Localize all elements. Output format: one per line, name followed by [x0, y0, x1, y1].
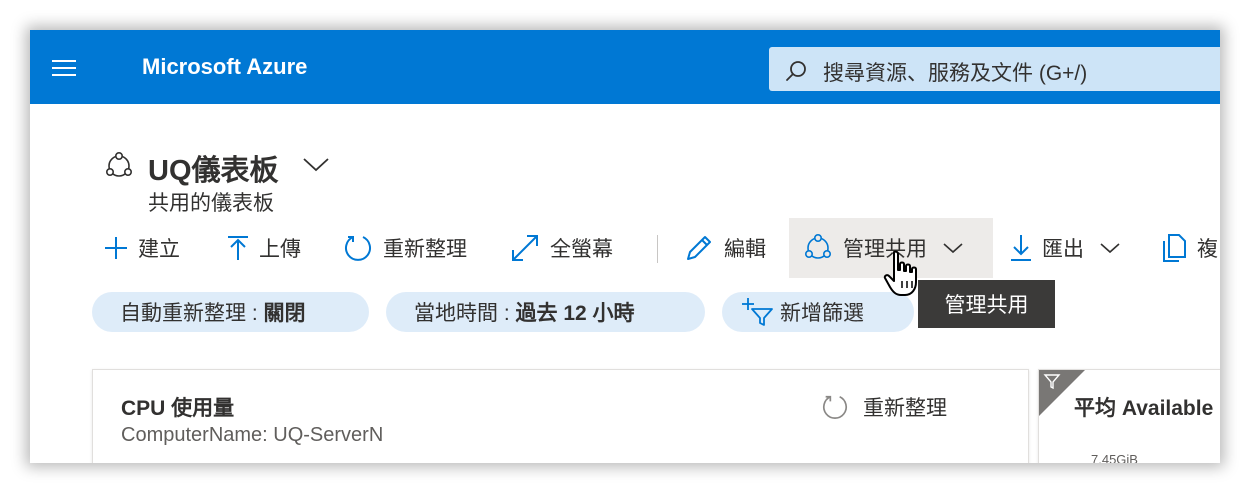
sharing-icon [804, 233, 831, 259]
local-time-label: 當地時間 : [414, 302, 516, 325]
search-placeholder: 搜尋資源、服務及文件 (G+/) [823, 62, 1088, 85]
refresh-button[interactable]: 重新整理 [343, 218, 467, 278]
local-time-pill[interactable]: 當地時間 : 過去 12 小時 [386, 292, 705, 332]
add-filter-label: 新增篩選 [780, 302, 864, 325]
tile-refresh-button[interactable]: 重新整理 [821, 392, 947, 422]
add-filter-icon [742, 298, 773, 326]
cpu-usage-tile[interactable]: CPU 使用量 ComputerName: UQ-ServerN 重新整理 [92, 369, 1029, 463]
download-icon [1011, 235, 1031, 261]
chevron-down-icon [943, 243, 963, 254]
brand-name[interactable]: Microsoft Azure [142, 54, 307, 80]
create-button[interactable]: 建立 [104, 218, 180, 278]
auto-refresh-value: 關閉 [263, 302, 306, 325]
available-memory-tile[interactable]: 平均 Available 7.45GiB [1038, 369, 1220, 463]
pencil-icon [687, 236, 711, 260]
search-box[interactable]: 搜尋資源、服務及文件 (G+/) [769, 47, 1220, 91]
top-bar: Microsoft Azure 搜尋資源、服務及文件 (G+/) [30, 30, 1220, 104]
upload-icon [228, 236, 248, 260]
upload-label: 上傳 [259, 238, 301, 261]
fullscreen-icon [512, 235, 538, 261]
refresh-icon [823, 395, 847, 419]
search-icon [786, 61, 806, 81]
page-title: UQ儀表板 [148, 155, 279, 187]
copy-label: 複 [1197, 238, 1218, 261]
axis-value-label: 7.45GiB [1091, 452, 1138, 463]
create-label: 建立 [138, 238, 180, 261]
export-label: 匯出 [1042, 238, 1084, 261]
copy-button[interactable]: 複 [1161, 218, 1218, 278]
auto-refresh-pill[interactable]: 自動重新整理 : 關閉 [92, 292, 369, 332]
azure-portal-window: Microsoft Azure 搜尋資源、服務及文件 (G+/) UQ儀表板 共… [30, 30, 1220, 463]
add-filter-pill[interactable]: 新增篩選 [722, 292, 914, 332]
tile-refresh-label: 重新整理 [863, 397, 947, 420]
fullscreen-button[interactable]: 全螢幕 [510, 218, 613, 278]
refresh-icon [345, 236, 371, 261]
chevron-down-icon [1100, 243, 1120, 254]
tile-title: CPU 使用量 [121, 397, 235, 420]
tile-title: 平均 Available [1074, 397, 1214, 420]
local-time-value: 過去 12 小時 [515, 302, 635, 325]
fullscreen-label: 全螢幕 [550, 238, 613, 261]
toolbar-divider [657, 235, 658, 263]
copy-icon [1163, 234, 1186, 262]
tooltip: 管理共用 [918, 280, 1055, 328]
edit-button[interactable]: 編輯 [684, 218, 766, 278]
auto-refresh-label: 自動重新整理 : [120, 302, 264, 325]
shared-dashboard-icon [105, 151, 132, 177]
upload-button[interactable]: 上傳 [227, 218, 301, 278]
tile-subtitle: ComputerName: UQ-ServerN [121, 424, 384, 446]
refresh-label: 重新整理 [383, 238, 467, 261]
chevron-down-icon[interactable] [301, 154, 331, 174]
hand-cursor-icon [883, 250, 917, 296]
export-button[interactable]: 匯出 [1010, 218, 1122, 278]
menu-icon[interactable] [52, 60, 76, 76]
plus-icon [105, 237, 127, 259]
edit-label: 編輯 [724, 238, 766, 261]
page-subtitle: 共用的儀表板 [148, 192, 274, 215]
